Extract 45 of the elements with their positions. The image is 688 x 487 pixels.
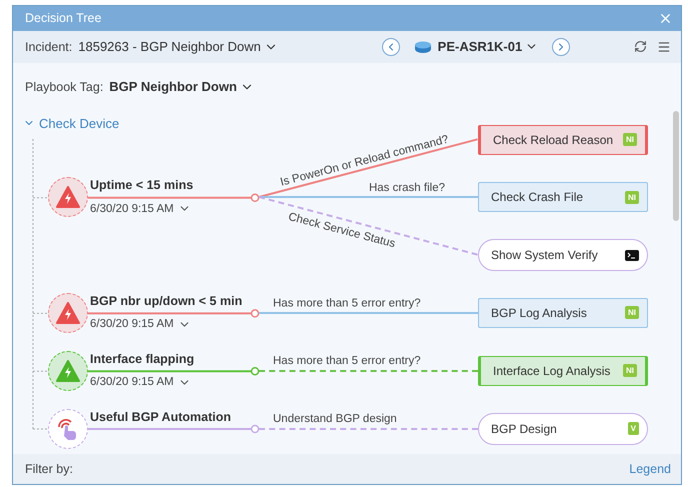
trigger-time: 6/30/20 9:15 AM (90, 202, 174, 215)
action-node[interactable]: BGP Design V (478, 412, 648, 445)
branch-label: Has crash file? (368, 181, 445, 194)
branch-label: Understand BGP design (273, 412, 397, 425)
junction-dot (250, 366, 260, 375)
action-node[interactable]: Check Crash File NI (478, 182, 648, 212)
window-title: Decision Tree (25, 11, 102, 26)
badge: NI (625, 306, 639, 320)
warning-icon (56, 360, 80, 382)
device-dropdown[interactable]: PE-ASR1K-01 (438, 39, 538, 54)
branch-label: Has more than 5 error entry? (273, 296, 421, 309)
warning-icon (56, 186, 80, 208)
trigger-title: BGP nbr up/down < 5 min (90, 294, 242, 308)
warning-icon (56, 302, 80, 324)
trigger-title: Interface flapping (90, 352, 194, 366)
incident-label: Incident: (25, 40, 72, 54)
tree-section-toggle[interactable]: Check Device (23, 116, 120, 131)
playbook-tag-label: Playbook Tag: (25, 80, 104, 94)
trigger-title: Useful BGP Automation (90, 410, 231, 424)
legend-link[interactable]: Legend (629, 462, 671, 476)
action-node[interactable]: Interface Log Analysis NI (478, 356, 648, 386)
badge: NI (625, 190, 639, 204)
action-node[interactable]: Check Reload Reason NI (478, 124, 648, 155)
menu-button[interactable] (657, 40, 671, 54)
incident-dropdown[interactable]: 1859263 - BGP Neighbor Down (78, 39, 278, 54)
playbook-tag-dropdown[interactable]: BGP Neighbor Down (109, 79, 254, 94)
junction-dot (250, 424, 260, 433)
trigger-title: Uptime < 15 mins (90, 178, 194, 192)
junction-dot (250, 308, 260, 318)
badge: NI (623, 364, 637, 378)
badge: V (628, 422, 639, 436)
trigger-time: 6/30/20 9:15 AM (90, 318, 174, 330)
trigger-time: 6/30/20 9:15 AM (90, 376, 174, 388)
branch-label: Has more than 5 error entry? (273, 354, 421, 367)
action-node[interactable]: BGP Log Analysis NI (478, 298, 648, 328)
next-button[interactable] (552, 38, 570, 56)
previous-button[interactable] (382, 38, 400, 56)
badge: NI (623, 133, 637, 146)
refresh-button[interactable] (634, 40, 647, 54)
router-icon (414, 40, 432, 53)
filter-label: Filter by: (25, 462, 73, 476)
junction-dot (250, 193, 260, 202)
action-node[interactable]: Show System Verify (478, 239, 648, 272)
branch-label: Check Service Status (286, 210, 396, 250)
terminal-icon (625, 250, 639, 261)
